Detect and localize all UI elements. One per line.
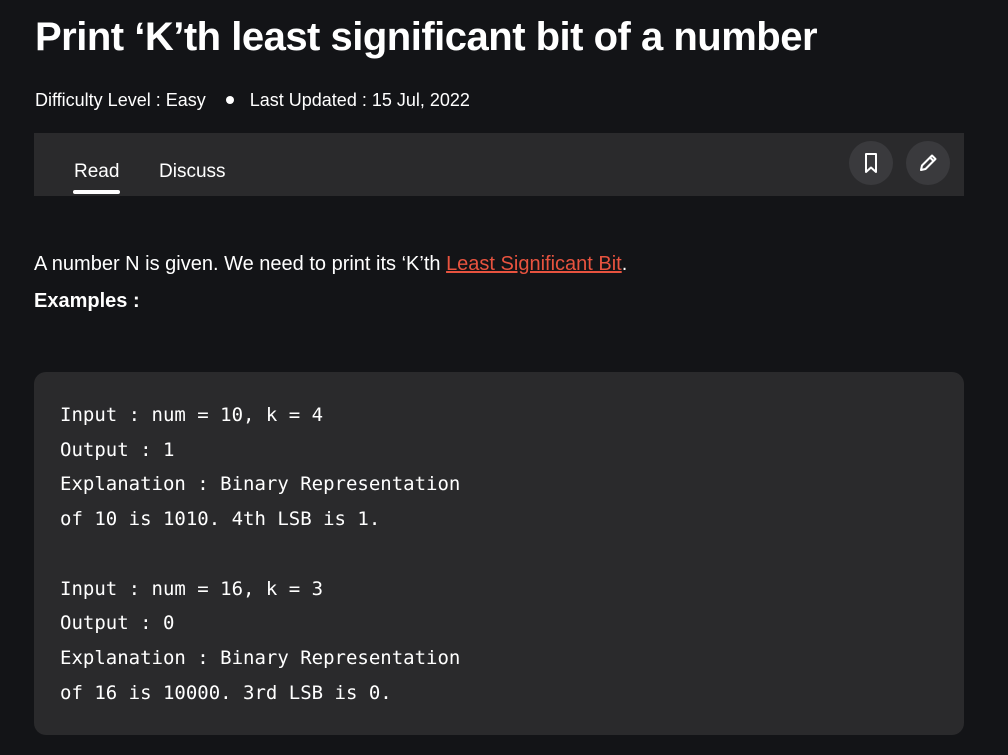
bookmark-icon	[865, 153, 877, 173]
tab-read[interactable]: Read	[74, 161, 119, 183]
code-line: Explanation : Binary Representation	[60, 473, 461, 495]
code-line: Input : num = 16, k = 3	[60, 578, 324, 600]
page-title: Print ‘K’th least significant bit of a n…	[35, 15, 818, 59]
least-significant-bit-link[interactable]: Least Significant Bit	[446, 253, 622, 275]
pencil-icon	[920, 154, 937, 171]
code-line: Explanation : Binary Representation	[60, 647, 461, 669]
separator-dot	[225, 96, 234, 104]
intro-paragraph: A number N is given. We need to print it…	[34, 253, 627, 276]
active-tab-indicator	[73, 190, 120, 194]
code-block: Input : num = 10, k = 4 Output : 1 Expla…	[34, 372, 964, 735]
article-page: Print ‘K’th least significant bit of a n…	[0, 0, 1008, 755]
edit-button[interactable]	[906, 141, 950, 185]
examples-heading: Examples :	[34, 290, 140, 312]
bookmark-button[interactable]	[849, 141, 893, 185]
code-line: of 16 is 10000. 3rd LSB is 0.	[60, 682, 392, 704]
code-line: Input : num = 10, k = 4	[60, 404, 324, 426]
intro-text: A number N is given. We need to print it…	[34, 253, 447, 275]
tab-discuss[interactable]: Discuss	[159, 161, 226, 183]
last-updated: Last Updated : 15 Jul, 2022	[249, 89, 470, 110]
code-line: Output : 1	[60, 439, 175, 461]
intro-end: .	[621, 253, 628, 275]
article-meta: Difficulty Level : Easy Last Updated : 1…	[35, 88, 470, 112]
code-line: Output : 0	[60, 612, 175, 634]
code-line: of 10 is 1010. 4th LSB is 1.	[60, 508, 381, 530]
article-tab-bar: Read Discuss	[34, 133, 964, 196]
difficulty-level: Difficulty Level : Easy	[35, 89, 206, 110]
